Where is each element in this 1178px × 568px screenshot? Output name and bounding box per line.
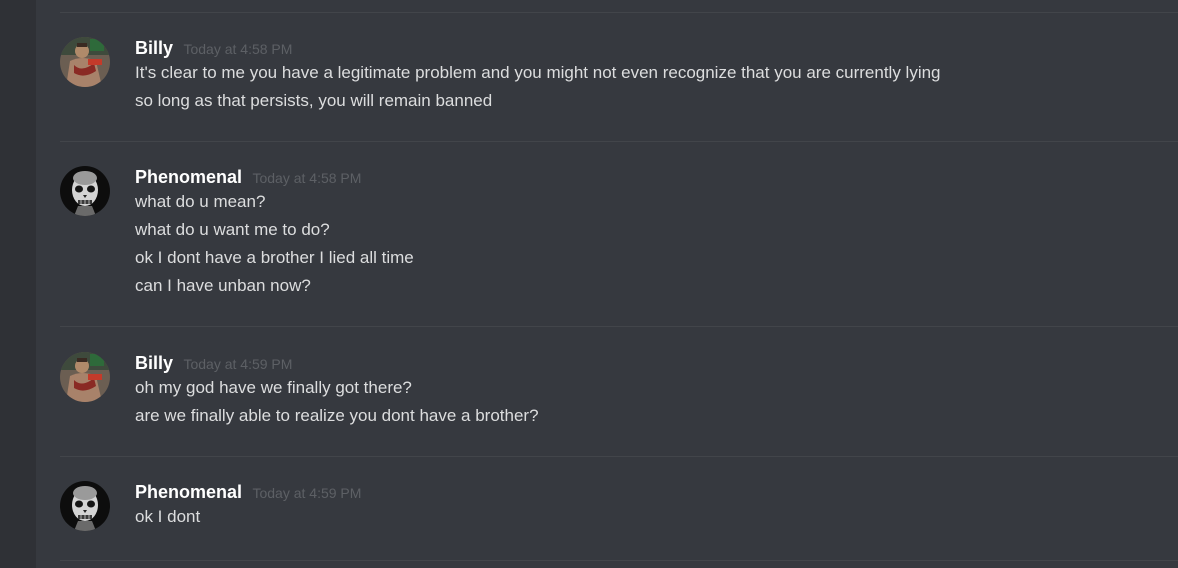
message-content: Phenomenal Today at 4:59 PM ok I dont bbox=[135, 481, 1178, 531]
username[interactable]: Billy bbox=[135, 353, 173, 373]
billy-avatar-icon[interactable] bbox=[60, 37, 110, 87]
app-window: Billy Today at 4:58 PM It's clear to me … bbox=[0, 0, 1178, 568]
message-line: what do u mean? bbox=[135, 192, 266, 211]
avatar-image bbox=[60, 481, 110, 531]
message-content: Billy Today at 4:58 PM It's clear to me … bbox=[135, 37, 1178, 115]
timestamp[interactable]: Today at 4:58 PM bbox=[183, 41, 292, 57]
message-line: so long as that persists, you will remai… bbox=[135, 91, 493, 110]
message-divider bbox=[60, 12, 1178, 13]
message-divider bbox=[60, 456, 1178, 457]
message-header: Billy Today at 4:59 PM bbox=[135, 352, 1178, 374]
message-divider bbox=[60, 141, 1178, 142]
message-line: ok I dont have a brother I lied all time bbox=[135, 248, 414, 267]
timestamp[interactable]: Today at 4:58 PM bbox=[252, 170, 361, 186]
message-line: oh my god have we finally got there? bbox=[135, 378, 412, 397]
timestamp[interactable]: Today at 4:59 PM bbox=[252, 485, 361, 501]
billy-avatar-icon[interactable] bbox=[60, 352, 110, 402]
username[interactable]: Phenomenal bbox=[135, 482, 242, 502]
message-header: Phenomenal Today at 4:59 PM bbox=[135, 481, 1178, 503]
left-rail bbox=[0, 0, 36, 568]
username[interactable]: Billy bbox=[135, 38, 173, 58]
chat-messages-pane[interactable]: Billy Today at 4:58 PM It's clear to me … bbox=[36, 0, 1178, 568]
avatar-image bbox=[60, 37, 110, 87]
message-line: It's clear to me you have a legitimate p… bbox=[135, 63, 941, 82]
timestamp[interactable]: Today at 4:59 PM bbox=[183, 356, 292, 372]
skull-avatar-icon[interactable] bbox=[60, 166, 110, 216]
avatar-image bbox=[60, 166, 110, 216]
message-divider bbox=[60, 326, 1178, 327]
message-header: Billy Today at 4:58 PM bbox=[135, 37, 1178, 59]
skull-avatar-icon[interactable] bbox=[60, 481, 110, 531]
message-content: Phenomenal Today at 4:58 PM what do u me… bbox=[135, 166, 1178, 300]
message-header: Phenomenal Today at 4:58 PM bbox=[135, 166, 1178, 188]
username[interactable]: Phenomenal bbox=[135, 167, 242, 187]
message-line: can I have unban now? bbox=[135, 276, 311, 295]
message-content: Billy Today at 4:59 PM oh my god have we… bbox=[135, 352, 1178, 430]
message-line: are we finally able to realize you dont … bbox=[135, 406, 539, 425]
message-line: ok I dont bbox=[135, 507, 201, 526]
message-divider bbox=[60, 560, 1178, 561]
avatar-image bbox=[60, 352, 110, 402]
message-line: what do u want me to do? bbox=[135, 220, 330, 239]
